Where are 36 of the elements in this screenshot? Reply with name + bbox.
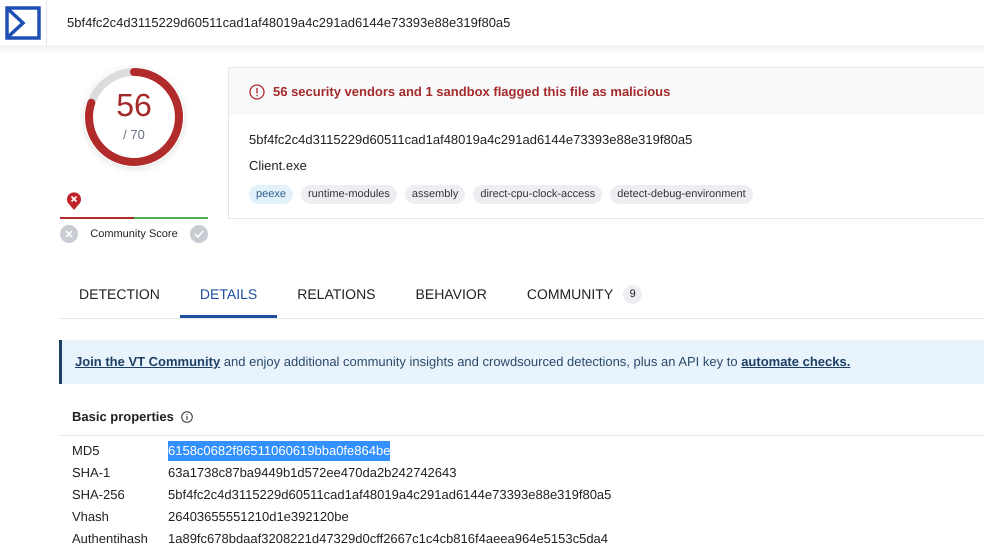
score-value: 56	[116, 89, 152, 122]
property-value: 26403655551210d1e392120be	[168, 508, 349, 526]
tab[interactable]: COMMUNITY 9	[506, 270, 662, 318]
tag[interactable]: peexe	[249, 185, 293, 204]
property-label: MD5	[72, 442, 100, 460]
tab[interactable]: RELATIONS	[277, 270, 396, 318]
banner-text: Join the VT Community and enjoy additional community insights and crowdsourced detections, plus an API key to automate checks.	[75, 353, 850, 372]
community-score-label: Community Score	[90, 226, 178, 242]
property-label: Vhash	[72, 508, 110, 526]
property-value: 6158c0682f86511060619bba0fe864be	[168, 441, 390, 461]
tag[interactable]: detect-debug-environment	[610, 185, 753, 204]
tab[interactable]: BEHAVIOR	[396, 270, 507, 318]
file-hash: 5bf4fc2c4d3115229d60511cad1af48019a4c291ad6144e73393e88e319f80a5	[249, 131, 694, 149]
property-value: 63a1738c87ba9449b1d572ee470da2b242742643	[168, 464, 456, 482]
link[interactable]: Join the VT Community	[75, 354, 220, 370]
link[interactable]: automate checks.	[741, 354, 850, 370]
file-name: Client.exe	[249, 157, 308, 175]
score-total: / 70	[123, 126, 145, 144]
tag[interactable]: assembly	[404, 185, 466, 204]
property-value: 5bf4fc2c4d3115229d60511cad1af48019a4c291ad6144e73393e88e319f80a5	[168, 486, 612, 504]
property-label: Authentihash	[72, 530, 149, 548]
alert-icon	[249, 84, 265, 100]
tag[interactable]: direct-cpu-clock-access	[473, 185, 602, 204]
info-icon[interactable]	[180, 411, 193, 423]
section-title: Basic properties	[72, 408, 174, 426]
search-field[interactable]: 5bf4fc2c4d3115229d60511cad1af48019a4c291ad6144e73393e88e319f80a5	[67, 12, 984, 32]
property-label: SHA-1	[72, 464, 112, 482]
tab[interactable]: DETAILS	[180, 270, 278, 318]
count-badge: 9	[623, 284, 642, 304]
tab[interactable]: DETECTION	[59, 270, 180, 318]
property-value: 1a89fc678bdaaf3208221d47329d0cff2667c1c4cb816f4aeea964e5153c5da4	[168, 530, 608, 548]
malicious-marker-icon	[66, 191, 82, 211]
tag[interactable]: runtime-modules	[300, 185, 397, 204]
alert-message: 56 security vendors and 1 sandbox flagged this file as malicious	[273, 82, 670, 101]
logo-icon[interactable]	[5, 4, 41, 40]
property-label: SHA-256	[72, 486, 126, 504]
